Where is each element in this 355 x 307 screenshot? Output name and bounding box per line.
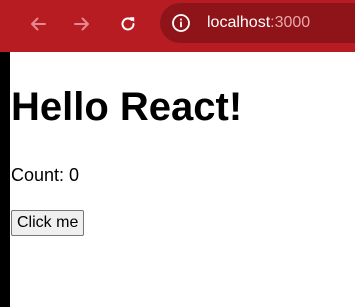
address-bar[interactable]: localhost:3000 [160, 3, 355, 43]
url-port: :3000 [270, 14, 311, 31]
site-info-button[interactable] [171, 13, 191, 33]
reload-button[interactable] [112, 10, 144, 38]
page-content: Hello React! Count: 0 Click me [11, 52, 355, 307]
url-host: localhost [207, 14, 271, 31]
arrow-left-icon [31, 17, 46, 31]
count-text: Count: 0 [11, 165, 80, 185]
forward-button[interactable] [66, 10, 98, 38]
click-me-button[interactable]: Click me [11, 210, 85, 236]
browser-toolbar: localhost:3000 [0, 0, 355, 52]
page-title: Hello React! [11, 85, 243, 129]
info-icon [172, 14, 190, 32]
back-button[interactable] [22, 10, 54, 38]
reload-icon [121, 17, 135, 31]
url-text: localhost:3000 [207, 13, 310, 33]
arrow-right-icon [74, 17, 89, 31]
